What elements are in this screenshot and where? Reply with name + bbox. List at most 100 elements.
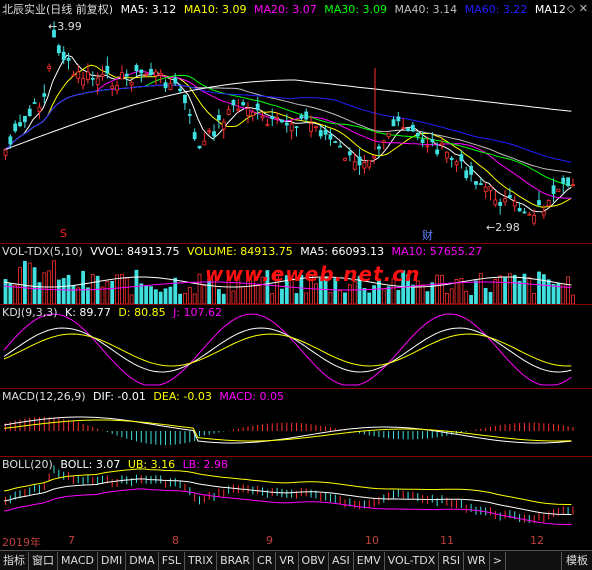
- tab-fsl[interactable]: FSL: [159, 551, 185, 570]
- candle-body: [90, 77, 95, 80]
- boll-mid: BOLL: 3.07: [60, 458, 121, 471]
- volume-bar: [280, 288, 284, 304]
- volume-bar: [440, 274, 444, 304]
- volume-bar: [488, 291, 493, 304]
- ma5-label: MA5: 3.12: [120, 3, 177, 16]
- candle-body: [270, 116, 275, 120]
- kdj-pane[interactable]: KDJ(9,3,3) K: 89.77 D: 80.85 J: 107.62: [0, 305, 592, 388]
- boll-header: BOLL(20) BOLL: 3.07 UB: 3.16 LB: 2.98: [2, 458, 232, 471]
- volume-header: VOL-TDX(5,10) VVOL: 84913.75 VOLUME: 849…: [2, 245, 486, 258]
- boll-mid-line: [3, 478, 572, 515]
- axis-label-dec: 12: [530, 534, 544, 547]
- candle-body: [454, 161, 459, 166]
- volume-bar: [13, 284, 18, 304]
- volume-bar: [444, 293, 449, 304]
- kdj-header: KDJ(9,3,3) K: 89.77 D: 80.85 J: 107.62: [2, 306, 226, 319]
- axis-label-sep: 9: [266, 534, 273, 547]
- candle-body: [507, 195, 512, 198]
- tab-dmi[interactable]: DMI: [98, 551, 127, 570]
- tab-trix[interactable]: TRIX: [185, 551, 218, 570]
- candle-body: [105, 65, 110, 74]
- volume-bar: [120, 273, 124, 304]
- candle-body: [207, 130, 212, 133]
- macd-dea: DEA: -0.03: [153, 390, 212, 403]
- candle-body: [255, 103, 260, 111]
- volume-bar: [27, 262, 32, 304]
- tab-brar[interactable]: BRAR: [217, 551, 255, 570]
- marker-s: S: [60, 227, 67, 240]
- volume-bar: [56, 279, 61, 304]
- vol-ma10-value: MA10: 57655.27: [391, 245, 483, 258]
- volume-bar: [493, 278, 498, 304]
- candle-body: [37, 106, 42, 112]
- volume-bar: [192, 293, 197, 304]
- tab-cr[interactable]: CR: [254, 551, 277, 570]
- ma120-label: MA12: [534, 3, 566, 16]
- template-button[interactable]: 模板: [561, 551, 592, 570]
- volume-bar: [313, 283, 318, 304]
- candle-body: [347, 151, 352, 156]
- tab-wr[interactable]: WR: [464, 551, 490, 570]
- candle-body: [299, 115, 304, 119]
- candle-body: [493, 199, 498, 206]
- volume-bar: [52, 260, 56, 304]
- volume-bar: [527, 277, 532, 304]
- candle-body: [435, 149, 440, 155]
- volume-bar: [255, 285, 260, 304]
- candle-body: [556, 188, 561, 193]
- candle-body: [76, 71, 81, 79]
- tab-rsi[interactable]: RSI: [439, 551, 465, 570]
- tab-indicator[interactable]: 指标: [0, 551, 29, 570]
- candle-body: [464, 170, 469, 179]
- axis-label-nov: 11: [440, 534, 454, 547]
- volume-bar: [474, 280, 478, 304]
- kdj-name: KDJ(9,3,3): [2, 306, 58, 319]
- candle-body: [110, 85, 115, 89]
- tab-more-arrow[interactable]: >: [490, 551, 506, 570]
- ma10-line: [3, 64, 572, 208]
- candle-body: [216, 114, 221, 121]
- volume-bar: [541, 274, 546, 304]
- tab-asi[interactable]: ASI: [329, 551, 354, 570]
- candle-body: [178, 88, 183, 92]
- volume-bar: [105, 281, 110, 304]
- boll-pane[interactable]: BOLL(20) BOLL: 3.07 UB: 3.16 LB: 2.98: [0, 457, 592, 533]
- candle-body: [86, 71, 90, 80]
- candle-body: [357, 156, 362, 166]
- macd-pane[interactable]: MACD(12,26,9) DIF: -0.01 DEA: -0.03 MACD…: [0, 389, 592, 456]
- tab-emv[interactable]: EMV: [354, 551, 385, 570]
- candle-body: [81, 78, 85, 86]
- volume-bar: [221, 293, 226, 304]
- volume-bar: [464, 290, 469, 304]
- tab-macd[interactable]: MACD: [58, 551, 98, 570]
- tab-window[interactable]: 窗口: [29, 551, 58, 570]
- tab-dma[interactable]: DMA: [126, 551, 159, 570]
- volume-bar: [512, 274, 517, 304]
- ma10-label: MA10: 3.09: [183, 3, 247, 16]
- candle-body: [377, 146, 381, 150]
- axis-label-oct: 10: [365, 534, 379, 547]
- price-pane[interactable]: 北辰实业(日线 前复权) MA5: 3.12 MA10: 3.09 MA20: …: [0, 0, 592, 243]
- candle-body: [197, 145, 202, 149]
- tab-vr[interactable]: VR: [276, 551, 299, 570]
- kdj-j-line: [3, 313, 572, 386]
- tab-vol-tdx[interactable]: VOL-TDX: [385, 551, 440, 570]
- candle-body: [362, 162, 367, 169]
- ma30-label: MA30: 3.09: [324, 3, 387, 16]
- candle-body: [537, 200, 541, 206]
- candle-body: [100, 73, 105, 77]
- candle-body: [333, 141, 338, 143]
- candle-body: [532, 215, 537, 224]
- candle-body: [483, 186, 488, 193]
- candle-body: [503, 198, 507, 203]
- volume-bar: [304, 292, 309, 304]
- candle-body: [469, 165, 474, 175]
- volume-bar: [435, 274, 440, 304]
- macd-name: MACD(12,26,9): [2, 390, 86, 403]
- tab-obv[interactable]: OBV: [299, 551, 329, 570]
- volume-bar: [420, 284, 425, 304]
- candle-body: [343, 158, 347, 161]
- candle-body: [212, 131, 216, 137]
- volume-bar: [197, 273, 202, 304]
- volume-bar: [517, 280, 522, 304]
